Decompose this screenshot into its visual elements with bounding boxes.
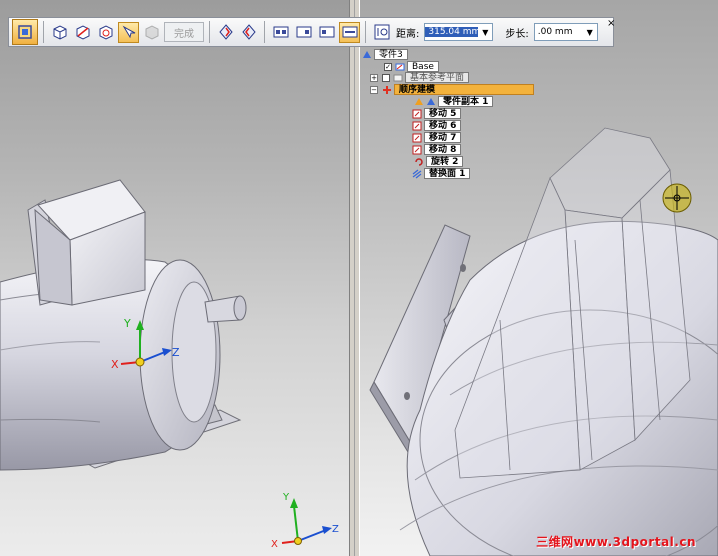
viewport-splitter[interactable] <box>349 0 360 556</box>
distance-label: 距离: <box>396 28 420 40</box>
tree-base-planes-label: 基本参考平面 <box>405 72 470 83</box>
move-command-main-button[interactable] <box>12 19 38 45</box>
select-edge-button[interactable] <box>72 22 93 43</box>
origin-icon <box>374 24 389 40</box>
left-3d-viewport[interactable]: Y X Z Y X Z <box>0 0 349 556</box>
distance-value[interactable]: 315.04 mm <box>425 27 479 37</box>
tree-base-label: Base <box>407 61 439 72</box>
triad-y-label: Y <box>123 317 131 330</box>
tree-item-label: 零件副本 1 <box>438 96 494 107</box>
toolbar-separator <box>264 21 265 43</box>
move-backward-button[interactable] <box>238 22 259 43</box>
solid-cube-icon <box>145 25 158 40</box>
tree-item-move-7[interactable]: 移动 7 <box>412 132 462 143</box>
body-select-icon <box>122 25 135 39</box>
align-center-icon <box>296 26 311 38</box>
face-cube-icon <box>53 25 66 40</box>
done-button[interactable]: 完成 <box>164 22 204 42</box>
move-arrow-icon <box>218 24 233 40</box>
part-copy-icon <box>415 97 423 105</box>
cube-select-icon <box>18 25 32 39</box>
select-solid-button[interactable] <box>141 22 162 43</box>
ordered-modeling-icon <box>383 85 391 94</box>
base-visibility-checkbox[interactable]: ✓ <box>384 62 392 71</box>
align-left-button[interactable] <box>270 22 291 43</box>
base-planes-checkbox[interactable] <box>382 73 390 82</box>
move-feature-icon <box>412 133 422 142</box>
feature-cube-icon <box>99 25 112 40</box>
align-left-icon <box>273 26 288 38</box>
replace-face-icon <box>412 168 422 179</box>
triad-x-label: X <box>111 358 119 371</box>
tree-item-replace-face-1[interactable]: 替换面 1 <box>412 168 471 179</box>
align-mid-icon <box>342 26 357 38</box>
select-face-button[interactable] <box>49 22 70 43</box>
step-value[interactable]: .00 mm <box>535 27 583 37</box>
select-feature-button[interactable] <box>95 22 116 43</box>
chevron-down-icon[interactable]: ▼ <box>478 24 492 40</box>
tree-section-label: 顺序建模 <box>394 84 534 95</box>
align-right-button[interactable] <box>316 22 337 43</box>
move-feature-icon <box>412 109 422 118</box>
tree-section-synchronous[interactable]: − 顺序建模 <box>370 84 534 95</box>
tree-root-label: 零件3 <box>374 49 408 60</box>
toolbar-separator <box>43 21 44 43</box>
chevron-down-icon[interactable]: ▼ <box>583 24 597 40</box>
corner-z-label: Z <box>332 524 339 535</box>
toolbar-separator <box>209 21 210 43</box>
part-copy-link-icon <box>427 97 435 105</box>
coordinate-triad-corner: Y X Z <box>271 492 339 550</box>
feature-tree[interactable]: 零件3 ✓ Base + 基本参考平面 − 顺序建模 零件副本 1 移动 5 移… <box>360 48 560 182</box>
tree-item-label: 移动 7 <box>424 132 462 143</box>
move-reverse-icon <box>241 24 256 40</box>
toolbar-separator <box>365 21 366 43</box>
corner-x-label: X <box>271 539 278 550</box>
tree-item-base[interactable]: ✓ Base <box>384 61 439 72</box>
move-feature-icon <box>412 145 422 154</box>
close-icon[interactable]: × <box>607 18 615 29</box>
base-planes-expander[interactable]: + <box>370 73 378 82</box>
distance-input[interactable]: 315.04 mm ▼ <box>424 23 494 41</box>
motor-model-left[interactable]: Y X Z Y X Z <box>0 0 349 556</box>
tree-item-label: 移动 8 <box>424 144 462 155</box>
tree-item-label: 替换面 1 <box>424 168 471 179</box>
edge-cube-icon <box>76 25 89 40</box>
tree-item-rotate-2[interactable]: 旋转 2 <box>414 156 464 167</box>
tree-item-move-8[interactable]: 移动 8 <box>412 144 462 155</box>
corner-y-label: Y <box>282 492 290 503</box>
select-body-button[interactable] <box>118 21 139 43</box>
step-input[interactable]: .00 mm ▼ <box>533 23 598 41</box>
plane-icon <box>393 74 403 81</box>
step-label: 步长: <box>505 28 529 40</box>
move-forward-button[interactable] <box>215 22 236 43</box>
tree-item-part-copy[interactable]: 零件副本 1 <box>414 96 494 107</box>
align-mid-button[interactable] <box>339 21 360 43</box>
tree-root[interactable]: 零件3 <box>362 49 408 60</box>
section-expander[interactable]: − <box>370 85 378 94</box>
triad-z-label: Z <box>172 346 180 359</box>
watermark: 三维网www.3dportal.cn <box>536 535 696 549</box>
move-command-toolbar[interactable]: 完成 距离: 315.04 mm ▼ 步长: .00 mm ▼ × <box>8 17 615 47</box>
rotate-feature-icon <box>415 157 423 166</box>
tree-item-label: 旋转 2 <box>426 156 464 167</box>
tree-item-move-5[interactable]: 移动 5 <box>412 108 462 119</box>
align-center-button[interactable] <box>293 22 314 43</box>
tree-item-label: 移动 5 <box>424 108 462 119</box>
move-cursor-icon <box>662 183 692 213</box>
origin-button[interactable] <box>371 22 392 43</box>
align-right-icon <box>319 26 334 38</box>
part-icon <box>363 50 371 58</box>
tree-item-move-6[interactable]: 移动 6 <box>412 120 462 131</box>
tree-item-label: 移动 6 <box>424 120 462 131</box>
tree-item-base-planes[interactable]: + 基本参考平面 <box>370 72 470 83</box>
move-feature-icon <box>412 121 422 130</box>
base-feature-icon <box>395 63 405 70</box>
